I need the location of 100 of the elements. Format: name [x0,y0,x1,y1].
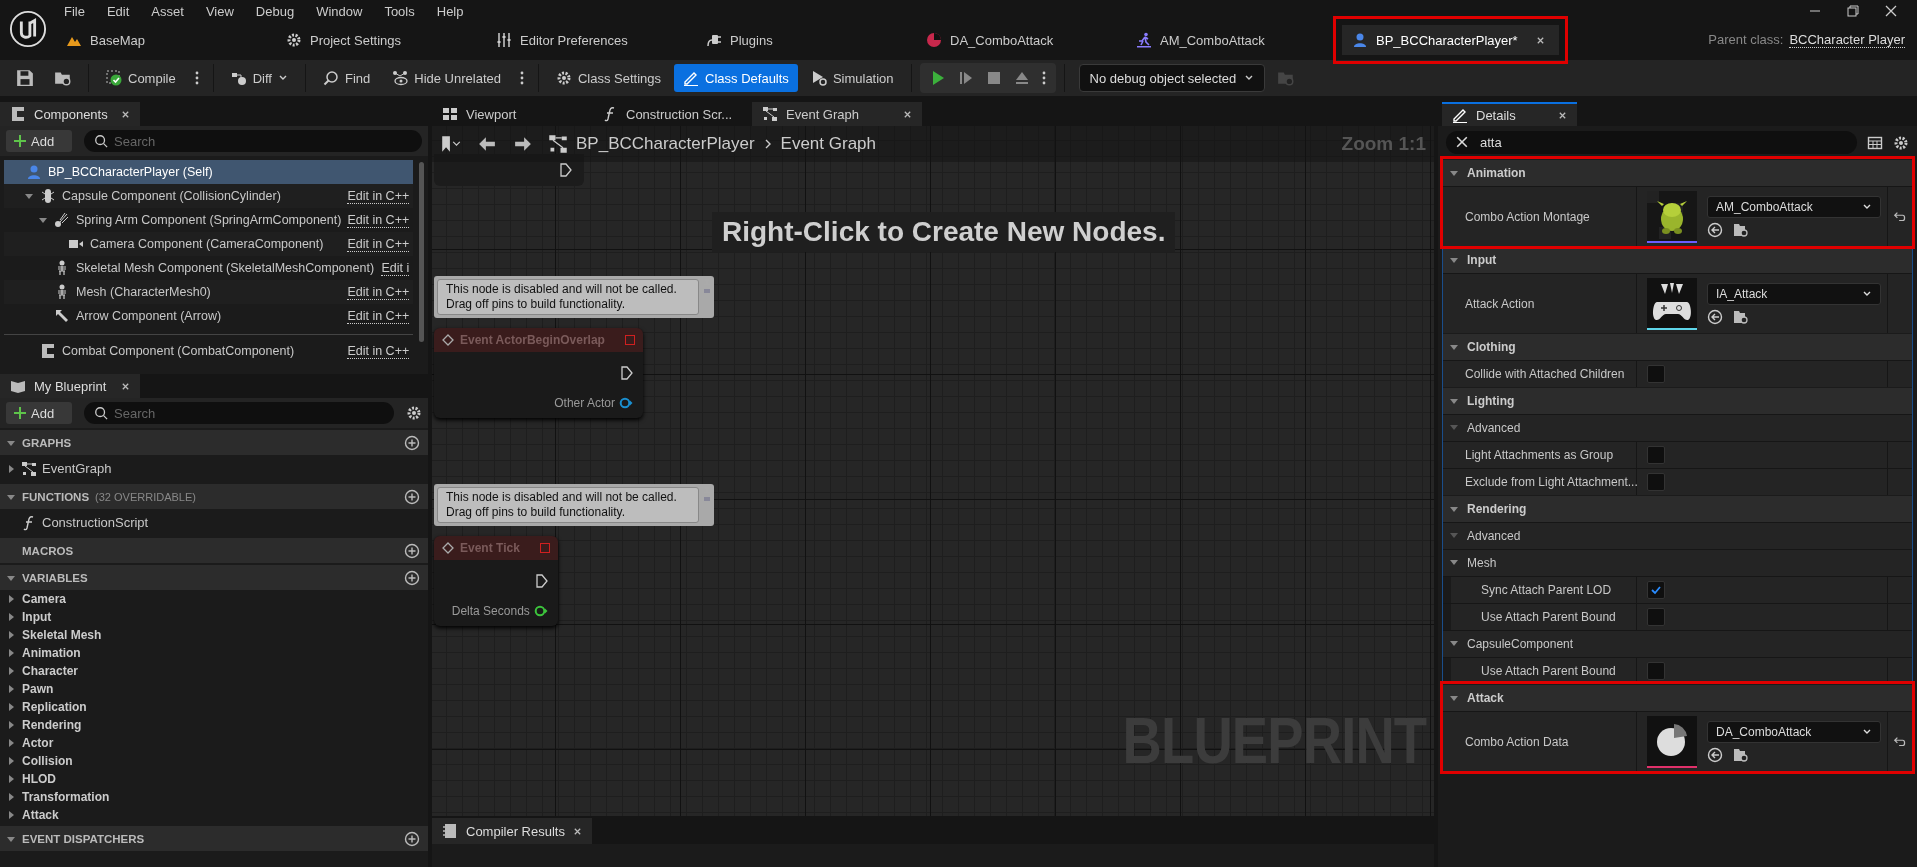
category-header[interactable]: Attack [1443,684,1912,711]
toolbar-button[interactable]: Compile [97,64,185,92]
asset-dropdown[interactable]: AM_ComboAttack [1707,195,1881,218]
section-title: MACROS [22,544,74,557]
component-row[interactable]: Combat Component (CombatComponent) Edit in C++ [4,339,414,363]
document-tab[interactable]: Editor Preferences [486,25,696,55]
property-label: Combo Action Data [1465,734,1569,749]
search-field[interactable]: atta [1446,131,1857,154]
variable-category[interactable]: Camera [0,590,428,608]
menu-item[interactable]: Help [428,3,478,19]
edit-link[interactable]: Edit in C++ [347,236,410,252]
property-label: Use Attach Parent Bound [1481,610,1616,624]
section-title: EVENT DISPATCHERS [22,832,145,845]
document-tab[interactable]: Plugins [696,25,916,55]
edit-link[interactable]: Edit i [381,260,410,276]
search-field[interactable]: Search [84,130,422,152]
category-header[interactable]: Lighting [1443,387,1912,414]
editor-tab[interactable]: Viewport [432,102,592,126]
event-node[interactable]: Event ActorBeginOverlap Other Actor [434,328,643,418]
variable-category[interactable]: Skeletal Mesh [0,626,428,644]
editor-tab[interactable]: Event Graph [752,102,922,126]
parent-class-link[interactable]: BCCharacter Player [1789,32,1905,48]
edit-link[interactable]: Edit in C++ [347,284,410,300]
panel-tab[interactable]: Components [0,102,140,126]
variable-category[interactable]: Replication [0,698,428,716]
menu-item[interactable]: File [56,3,99,19]
event-node[interactable]: Event Tick Delta Seconds [434,536,558,626]
component-row[interactable]: Skeletal Mesh Component (SkeletalMeshComponent) Edit i [4,256,414,280]
add-button[interactable]: Add [6,402,72,424]
variable-category[interactable]: Collision [0,752,428,770]
breadcrumb-item[interactable]: BP_BCCharacterPlayer [576,134,755,154]
editor-tab[interactable]: Construction Scr... [592,102,752,126]
asset-dropdown[interactable]: IA_Attack [1707,282,1881,305]
document-tab[interactable]: Project Settings [276,25,486,55]
search-field[interactable]: Search [84,402,394,424]
variable-category[interactable]: Input [0,608,428,626]
menu-item[interactable]: View [197,3,248,19]
document-tab[interactable]: DA_ComboAttack [916,25,1126,55]
menu-item[interactable]: Edit [98,3,144,19]
breadcrumb-item[interactable]: Event Graph [780,134,877,154]
component-row[interactable]: BP_BCCharacterPlayer (Self) [4,160,414,184]
category-header[interactable]: Rendering [1443,495,1912,522]
edit-link[interactable]: Edit in C++ [347,212,410,228]
add-button[interactable]: Add [6,130,72,152]
document-tab[interactable]: AM_ComboAttack [1126,25,1326,55]
menu-item[interactable]: Tools [376,3,429,19]
section-header[interactable]: FUNCTIONS (32 OVERRIDABLE) [0,484,428,509]
graph-item[interactable]: ConstructionScript [0,509,428,536]
toolbar-button[interactable]: Class Settings [546,64,671,92]
comment-line: This node is disabled and will not be called. [446,282,678,297]
component-name: Mesh (CharacterMesh0) [76,285,212,299]
component-row[interactable]: Mesh (CharacterMesh0) Edit in C++ [4,280,414,304]
section-header[interactable]: EVENT DISPATCHERS [0,826,428,851]
category-header[interactable]: Animation [1443,159,1912,186]
document-tab[interactable]: BP_BCCharacterPlayer* [1342,25,1559,55]
panel-tab[interactable]: Compiler Results [432,818,592,844]
property-group[interactable]: Advanced [1443,414,1912,441]
toolbar-button[interactable]: Diff [221,64,297,92]
debug-object-dropdown[interactable]: No debug object selected [1078,64,1266,92]
toolbar-button[interactable]: Find [313,64,380,92]
property-label: Light Attachments as Group [1465,448,1614,462]
menu-item[interactable]: Window [308,3,377,19]
menu-item[interactable]: Asset [143,3,198,19]
toolbar-button[interactable]: Simulation [801,64,903,92]
component-name: Arrow Component (Arrow) [76,309,223,323]
panel-tab[interactable]: My Blueprint [0,374,140,398]
component-row[interactable]: Spring Arm Component (SpringArmComponent) Edit in C++ [4,208,414,232]
menu-item[interactable]: Debug [247,3,309,19]
edit-link[interactable]: Edit in C++ [347,343,410,359]
variable-category[interactable]: Transformation [0,788,428,806]
asset-dropdown[interactable]: DA_ComboAttack [1707,720,1881,743]
component-row[interactable]: Camera Component (CameraComponent) Edit in C++ [4,232,414,256]
variable-category[interactable]: Attack [0,806,428,824]
document-tab[interactable]: BaseMap [56,25,276,55]
variable-category[interactable]: Character [0,662,428,680]
property-group[interactable]: CapsuleComponent [1443,630,1912,657]
panel-tab[interactable]: Details [1442,102,1577,126]
variable-category[interactable]: Actor [0,734,428,752]
component-row[interactable]: Arrow Component (Arrow) Edit in C++ [4,304,414,328]
pin-label: Delta Seconds [451,604,530,618]
section-header[interactable]: VARIABLES [0,565,428,590]
section-header[interactable]: MACROS [0,538,428,563]
variable-category[interactable]: Pawn [0,680,428,698]
edit-link[interactable]: Edit in C++ [347,308,410,324]
property-group[interactable]: Mesh [1443,549,1912,576]
toolbar-button[interactable]: Hide Unrelated [383,64,510,92]
toolbar-button[interactable]: Class Defaults [674,64,798,92]
property-group[interactable]: Advanced [1443,522,1912,549]
section-header[interactable]: GRAPHS [0,430,428,455]
component-row[interactable]: Capsule Component (CollisionCylinder) Edit in C++ [4,184,414,208]
graph-hint: Right-Click to Create New Nodes. [712,212,1176,252]
component-name: Camera Component (CameraComponent) [90,237,325,251]
variable-category[interactable]: HLOD [0,770,428,788]
graph-item[interactable]: EventGraph [0,455,428,482]
variable-category[interactable]: Animation [0,644,428,662]
category-header[interactable]: Clothing [1443,333,1912,360]
property-label: Attack Action [1465,296,1535,311]
edit-link[interactable]: Edit in C++ [347,188,410,204]
variable-category[interactable]: Rendering [0,716,428,734]
property-label: Collide with Attached Children [1465,367,1625,381]
